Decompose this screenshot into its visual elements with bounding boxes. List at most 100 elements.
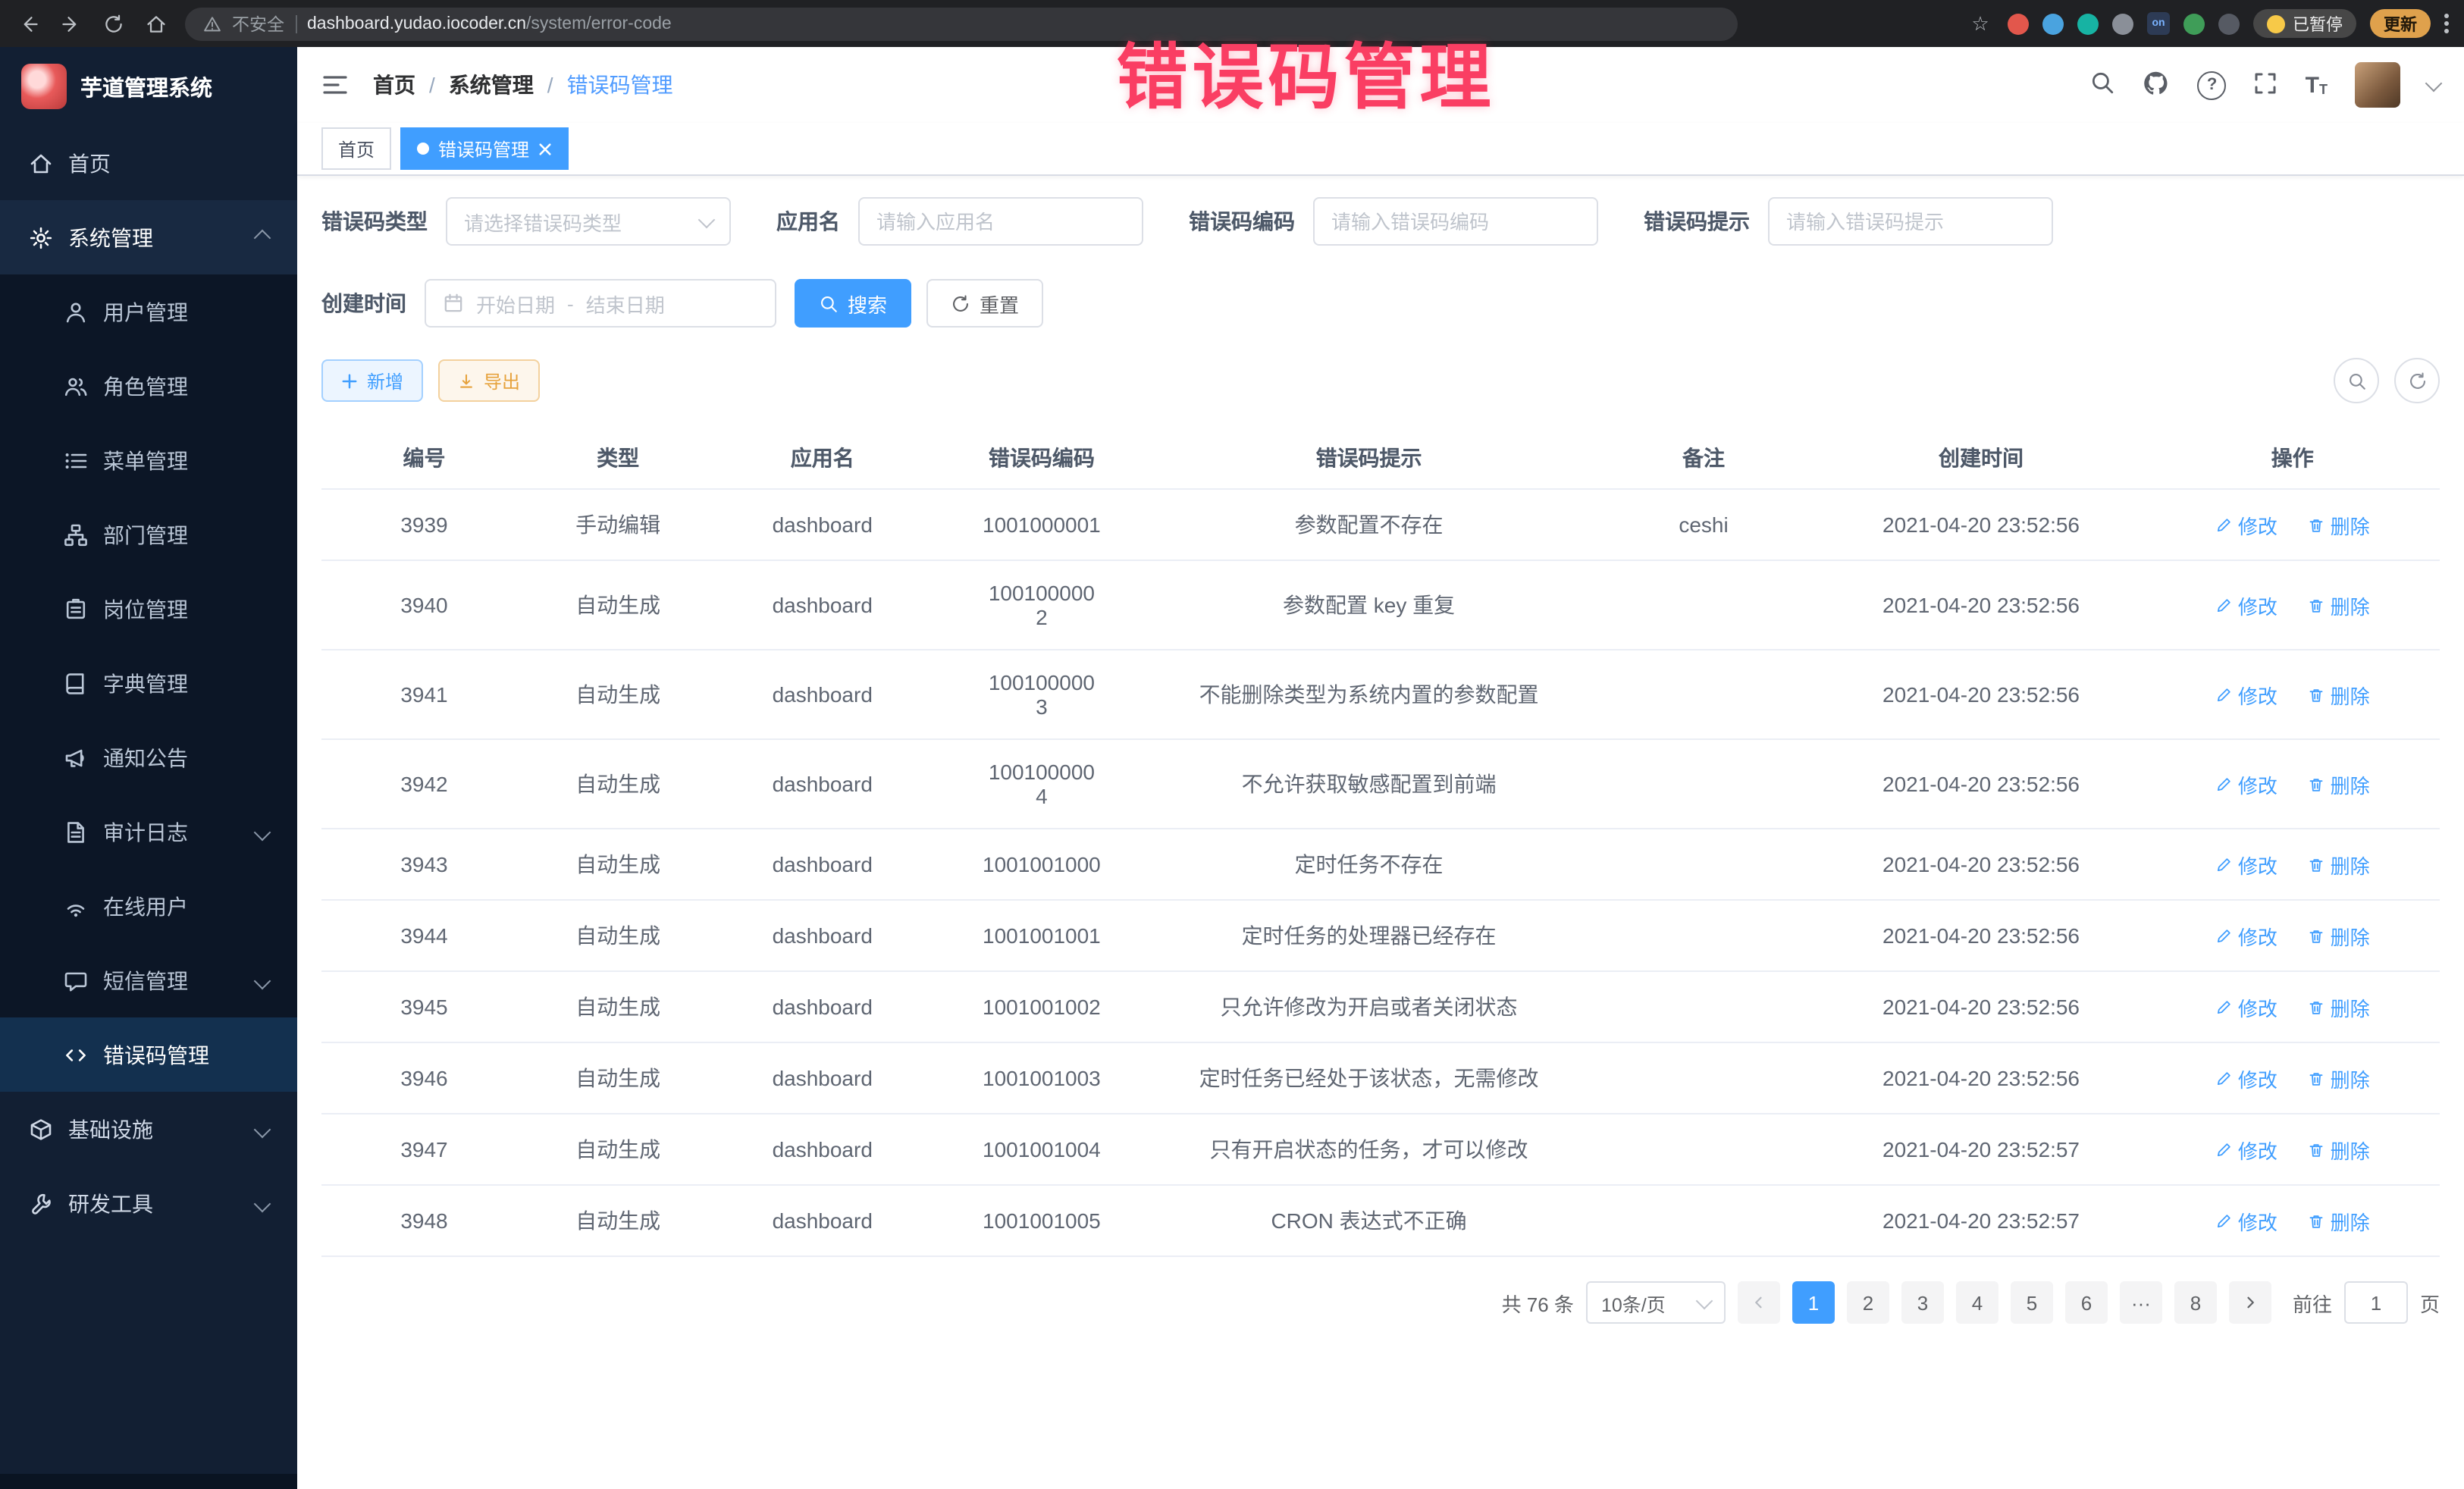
sidebar-item-error-code[interactable]: 错误码管理: [0, 1017, 297, 1092]
cell-type: 自动生成: [527, 1185, 709, 1256]
puzzle-extension-icon[interactable]: [2218, 13, 2240, 34]
trash-icon: [2308, 1141, 2324, 1158]
app-name-input[interactable]: [858, 197, 1143, 246]
page-button[interactable]: 4: [1956, 1281, 1998, 1324]
page-button[interactable]: ···: [2120, 1281, 2162, 1324]
delete-button[interactable]: 删除: [2308, 992, 2370, 1021]
browser-menu-icon[interactable]: [2444, 14, 2449, 33]
tab-error-code[interactable]: 错误码管理: [400, 127, 569, 170]
extension-icon[interactable]: [2008, 13, 2029, 34]
extension-icon[interactable]: [2042, 13, 2064, 34]
edit-button[interactable]: 修改: [2215, 1206, 2277, 1235]
sidebar-item-post[interactable]: 岗位管理: [0, 572, 297, 646]
sidebar-item-dict[interactable]: 字典管理: [0, 646, 297, 720]
tab-close-icon[interactable]: [538, 142, 552, 155]
sidebar-item-menu[interactable]: 菜单管理: [0, 423, 297, 497]
extension-icon[interactable]: [2183, 13, 2205, 34]
delete-button[interactable]: 删除: [2308, 1064, 2370, 1092]
tab-home[interactable]: 首页: [321, 127, 391, 170]
bookmark-star-icon[interactable]: ☆: [1967, 10, 1994, 37]
toggle-search-button[interactable]: [2334, 358, 2379, 403]
sidebar-item-dept[interactable]: 部门管理: [0, 497, 297, 572]
sidebar-item-user[interactable]: 用户管理: [0, 274, 297, 349]
edit-button[interactable]: 修改: [2215, 1135, 2277, 1164]
delete-button[interactable]: 删除: [2308, 921, 2370, 950]
error-msg-input[interactable]: [1768, 197, 2053, 246]
delete-button[interactable]: 删除: [2308, 1206, 2370, 1235]
column-header-remark: 备注: [1591, 428, 1817, 489]
sidebar-item-tools[interactable]: 研发工具: [0, 1166, 297, 1240]
delete-button[interactable]: 删除: [2308, 680, 2370, 709]
sidebar-logo[interactable]: 芋道管理系统: [0, 47, 297, 126]
edit-button[interactable]: 修改: [2215, 510, 2277, 539]
page-button[interactable]: 6: [2065, 1281, 2108, 1324]
sidebar-item-sms[interactable]: 短信管理: [0, 943, 297, 1017]
help-icon[interactable]: ?: [2198, 71, 2227, 99]
error-code-input[interactable]: [1313, 197, 1598, 246]
cell-code: 100100000 3: [936, 650, 1147, 739]
delete-button[interactable]: 删除: [2308, 850, 2370, 879]
sidebar-item-notice[interactable]: 通知公告: [0, 720, 297, 795]
cell-ops: 修改 删除: [2146, 1114, 2440, 1185]
sidebar-item-infra[interactable]: 基础设施: [0, 1092, 297, 1166]
font-size-icon[interactable]: TT: [2306, 74, 2328, 96]
goto-page-input[interactable]: [2344, 1281, 2408, 1324]
delete-button[interactable]: 删除: [2308, 770, 2370, 798]
sidebar-item-online[interactable]: 在线用户: [0, 869, 297, 943]
delete-button[interactable]: 删除: [2308, 510, 2370, 539]
cell-app: dashboard: [709, 971, 936, 1042]
page-button[interactable]: 8: [2174, 1281, 2217, 1324]
user-avatar[interactable]: [2355, 62, 2400, 108]
github-icon[interactable]: [2143, 69, 2171, 101]
next-page-button[interactable]: [2229, 1281, 2271, 1324]
search-button[interactable]: 搜索: [795, 279, 911, 328]
page-button[interactable]: 2: [1847, 1281, 1889, 1324]
url-bar[interactable]: 不安全 dashboard.yudao.iocoder.cn/system/er…: [185, 7, 1738, 40]
fullscreen-icon[interactable]: [2254, 71, 2278, 99]
edit-button[interactable]: 修改: [2215, 770, 2277, 798]
delete-button[interactable]: 删除: [2308, 1135, 2370, 1164]
page-button[interactable]: 5: [2011, 1281, 2053, 1324]
breadcrumb-home[interactable]: 首页: [373, 70, 415, 100]
export-button[interactable]: 导出: [438, 359, 540, 402]
date-range-picker[interactable]: 开始日期 - 结束日期: [425, 279, 776, 328]
edit-button[interactable]: 修改: [2215, 850, 2277, 879]
edit-button[interactable]: 修改: [2215, 921, 2277, 950]
cell-code: 100100000 2: [936, 560, 1147, 650]
prev-page-button[interactable]: [1738, 1281, 1780, 1324]
add-button[interactable]: 新增: [321, 359, 423, 402]
sidebar-item-audit[interactable]: 审计日志: [0, 795, 297, 869]
refresh-icon[interactable]: [100, 10, 127, 37]
edit-button[interactable]: 修改: [2215, 680, 2277, 709]
refresh-table-button[interactable]: [2394, 358, 2440, 403]
sidebar-item-system[interactable]: 系统管理: [0, 200, 297, 274]
home-icon[interactable]: [143, 10, 170, 37]
browser-update-button[interactable]: 更新: [2370, 9, 2431, 38]
paused-profile-badge[interactable]: 已暂停: [2253, 9, 2356, 38]
breadcrumb-system[interactable]: 系统管理: [449, 70, 534, 100]
header-search-icon[interactable]: [2090, 70, 2116, 100]
edit-button[interactable]: 修改: [2215, 591, 2277, 619]
search-icon: [2346, 371, 2366, 390]
page-button[interactable]: 1: [1792, 1281, 1835, 1324]
chevron-down-icon: [254, 1121, 271, 1138]
edit-pencil-icon: [2215, 686, 2232, 703]
extension-icon[interactable]: [2112, 13, 2133, 34]
avatar-caret-down-icon[interactable]: [2425, 74, 2443, 92]
reset-button[interactable]: 重置: [926, 279, 1043, 328]
forward-icon[interactable]: [58, 10, 85, 37]
sidebar-item-home[interactable]: 首页: [0, 126, 297, 200]
back-icon[interactable]: [15, 10, 42, 37]
sidebar-item-role[interactable]: 角色管理: [0, 349, 297, 423]
edit-button[interactable]: 修改: [2215, 1064, 2277, 1092]
edit-button[interactable]: 修改: [2215, 992, 2277, 1021]
error-type-select[interactable]: 请选择错误码类型: [446, 197, 731, 246]
page-size-select[interactable]: 10条/页: [1586, 1281, 1726, 1324]
extension-icon[interactable]: [2077, 13, 2099, 34]
security-label[interactable]: 不安全: [232, 11, 284, 36]
cell-id: 3945: [321, 971, 527, 1042]
hamburger-icon[interactable]: [321, 73, 349, 97]
extension-on-badge[interactable]: on: [2147, 12, 2170, 35]
delete-button[interactable]: 删除: [2308, 591, 2370, 619]
page-button[interactable]: 3: [1901, 1281, 1944, 1324]
